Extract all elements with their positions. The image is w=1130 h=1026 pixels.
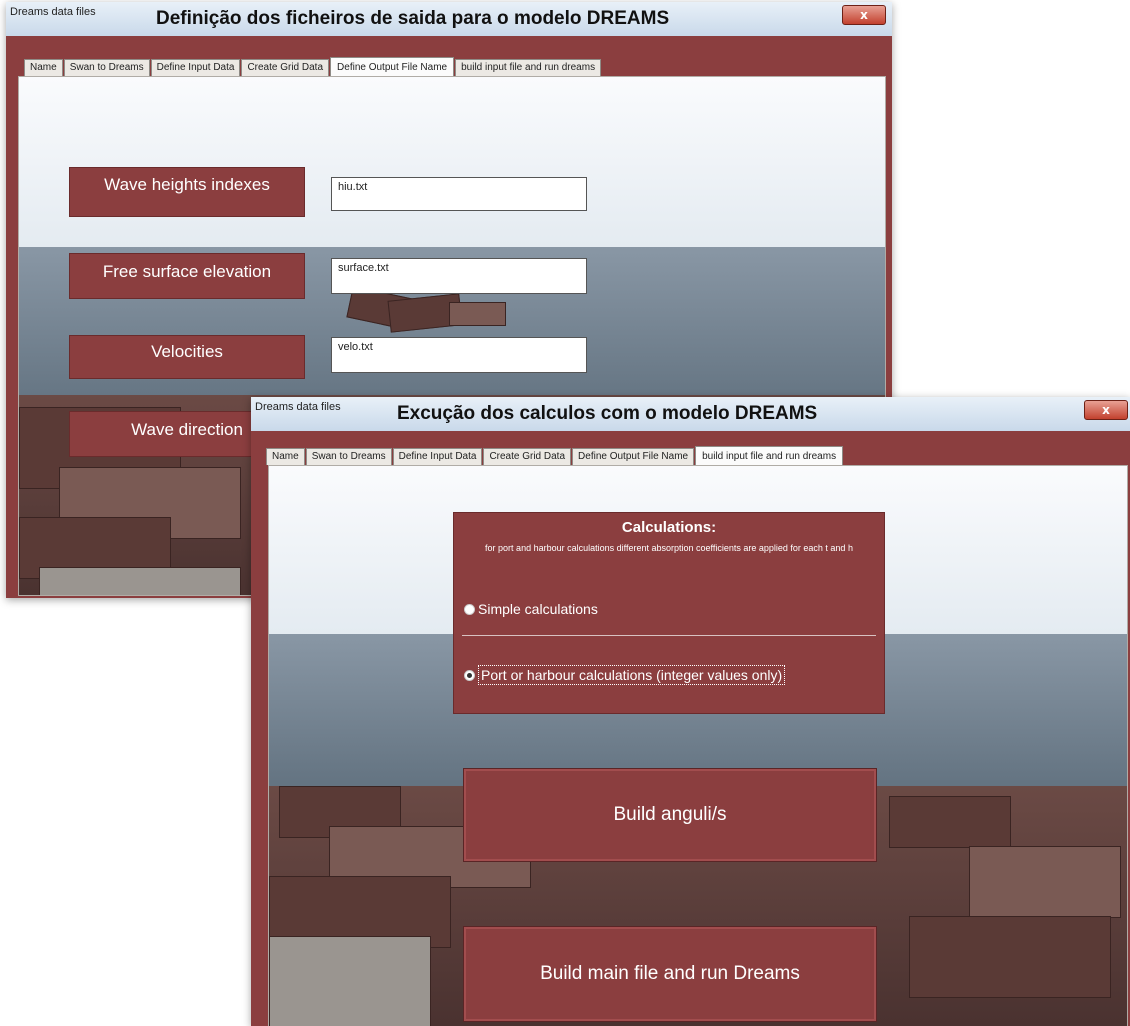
calculations-divider [462,635,876,636]
front-window-tabs: Name Swan to Dreams Define Input Data Cr… [266,445,844,466]
tab-create-grid-data[interactable]: Create Grid Data [241,59,330,76]
tab-define-input-data[interactable]: Define Input Data [392,448,483,465]
front-window-titlebar: Dreams data files Excução dos calculos c… [251,397,1130,431]
back-window-titlebar: Dreams data files Definição dos ficheiro… [6,2,892,36]
wave-heights-field[interactable]: hiu.txt [331,177,587,211]
tab-build-input-file[interactable]: build input file and run dreams [455,59,602,76]
tab-name[interactable]: Name [24,59,63,76]
front-window-content: Calculations: for port and harbour calcu… [268,465,1128,1026]
radio-icon[interactable] [464,669,475,681]
velocities-field[interactable]: velo.txt [331,337,587,373]
calculations-title: Calculations: [621,519,717,536]
radio-icon[interactable] [464,603,475,615]
calculations-panel: Calculations: for port and harbour calcu… [453,512,885,714]
back-window-app-name: Dreams data files [10,6,96,18]
free-surface-label: Free surface elevation [69,253,305,299]
build-angles-button[interactable]: Build anguli/s [463,768,877,862]
back-window-close-button[interactable]: x [842,5,886,25]
free-surface-field[interactable]: surface.txt [331,258,587,294]
tab-swan-to-dreams[interactable]: Swan to Dreams [305,448,392,465]
tab-swan-to-dreams[interactable]: Swan to Dreams [63,59,150,76]
simple-calculations-option[interactable]: Simple calculations [464,601,598,617]
front-window: Dreams data files Excução dos calculos c… [251,397,1130,1026]
front-window-app-name: Dreams data files [255,401,341,413]
back-window-tabs: Name Swan to Dreams Define Input Data Cr… [24,56,602,77]
tab-define-output-file-name[interactable]: Define Output File Name [572,448,695,465]
port-harbour-calculations-option[interactable]: Port or harbour calculations (integer va… [464,665,786,685]
front-window-title: Excução dos calculos com o modelo DREAMS [397,403,818,424]
calculations-description: for port and harbour calculations differ… [485,543,853,553]
tab-define-input-data[interactable]: Define Input Data [150,59,241,76]
wave-heights-label: Wave heights indexes [69,167,305,217]
velocities-label: Velocities [69,335,305,379]
back-window-title: Definição dos ficheiros de saida para o … [156,8,670,29]
simple-calculations-label: Simple calculations [478,601,598,617]
tab-name[interactable]: Name [266,448,305,465]
front-window-close-button[interactable]: x [1084,400,1128,420]
tab-create-grid-data[interactable]: Create Grid Data [483,448,572,465]
port-harbour-calculations-label: Port or harbour calculations (integer va… [478,665,786,685]
tab-define-output-file-name[interactable]: Define Output File Name [330,57,455,77]
tab-build-input-file[interactable]: build input file and run dreams [695,446,844,466]
build-main-file-button[interactable]: Build main file and run Dreams [463,926,877,1022]
